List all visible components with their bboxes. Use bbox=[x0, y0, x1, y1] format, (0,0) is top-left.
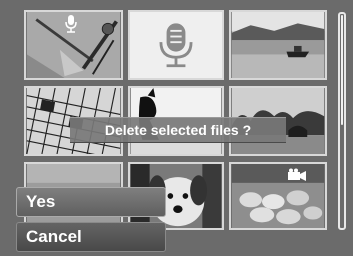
scrollbar-thumb[interactable] bbox=[341, 15, 343, 125]
thumb-boat-lake[interactable] bbox=[229, 10, 327, 80]
thumb-sheep-flock[interactable] bbox=[229, 162, 327, 230]
scrollbar[interactable] bbox=[338, 12, 346, 230]
yes-button-label: Yes bbox=[26, 192, 56, 211]
playback-screen: Delete selected files ? Yes Cancel bbox=[0, 0, 353, 256]
dialog-message-text: Delete selected files ? bbox=[104, 122, 252, 138]
cancel-button[interactable]: Cancel bbox=[16, 222, 166, 252]
thumb-voice-memo[interactable] bbox=[128, 10, 224, 80]
cancel-button-label: Cancel bbox=[26, 227, 82, 246]
sheep-flock-image bbox=[231, 164, 325, 228]
microphone-icon bbox=[130, 12, 222, 78]
video-camera-icon bbox=[287, 168, 307, 184]
thumb-drawing-tools[interactable] bbox=[24, 10, 123, 80]
boat-lake-image bbox=[231, 12, 325, 78]
delete-confirmation-message: Delete selected files ? bbox=[70, 117, 286, 143]
microphone-icon bbox=[64, 14, 78, 34]
yes-button[interactable]: Yes bbox=[16, 187, 166, 217]
